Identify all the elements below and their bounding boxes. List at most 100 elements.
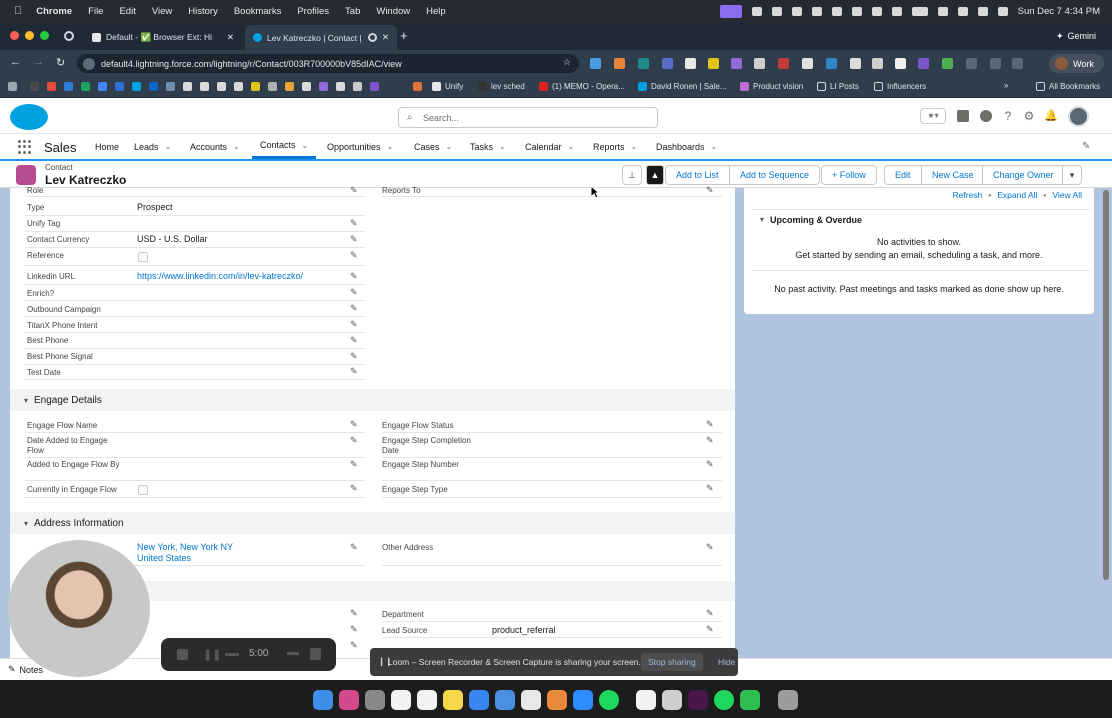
close-tab-icon[interactable]: ✕	[227, 32, 234, 43]
docs-icon[interactable]	[98, 82, 107, 91]
pencil-icon[interactable]: ✎	[706, 460, 715, 469]
more-bookmarks-icon[interactable]: »	[1004, 81, 1008, 90]
tab-contact[interactable]: Lev Katreczko | Contact | ✕	[245, 25, 397, 50]
view-all-link[interactable]: View All	[1052, 190, 1082, 200]
new-tab-icon[interactable]: +	[400, 28, 408, 43]
app-icon[interactable]	[662, 690, 682, 710]
chevron-down-icon[interactable]: ⌄	[499, 142, 506, 151]
back-icon[interactable]: ←	[10, 56, 21, 68]
chevron-down-icon[interactable]: ⌄	[165, 142, 172, 151]
launchpad-icon[interactable]	[339, 690, 359, 710]
mailing-address-country[interactable]: United States	[137, 553, 191, 563]
wifi-icon[interactable]	[937, 6, 948, 16]
mailing-address-link[interactable]: New York, New York NY	[137, 542, 233, 552]
menu-file[interactable]: File	[88, 6, 103, 17]
bookmark-icon[interactable]	[336, 82, 345, 91]
side-panel-icon[interactable]	[990, 58, 1001, 69]
bookmark-icon[interactable]	[217, 82, 226, 91]
close-tab-icon[interactable]: ✕	[382, 32, 389, 43]
download-icon[interactable]	[1012, 58, 1023, 69]
extension-icon[interactable]	[731, 58, 742, 69]
gmail-icon[interactable]	[47, 82, 56, 91]
bookmark-star-icon[interactable]: ☆	[563, 57, 571, 68]
stop-icon[interactable]	[177, 649, 188, 660]
siri-icon[interactable]	[997, 6, 1008, 16]
pencil-icon[interactable]: ✎	[350, 436, 359, 445]
webcam-bubble[interactable]	[8, 540, 150, 677]
nav-opportunities[interactable]: Opportunities ⌄	[327, 134, 393, 159]
notion-status-icon[interactable]	[771, 6, 782, 16]
extension-icon[interactable]	[708, 58, 719, 69]
change-owner-button[interactable]: Change Owner	[982, 165, 1065, 185]
hide-button[interactable]: Hide	[718, 657, 735, 667]
trash-icon[interactable]	[778, 690, 798, 710]
nav-leads[interactable]: Leads ⌄	[134, 134, 171, 159]
loom-status-icon[interactable]	[719, 4, 742, 18]
pencil-icon[interactable]: ✎	[350, 420, 359, 429]
chevron-down-icon[interactable]: ⌄	[711, 142, 718, 151]
pencil-icon[interactable]: ✎	[350, 186, 359, 195]
menu-history[interactable]: History	[188, 6, 218, 17]
bookmark-icon[interactable]	[268, 82, 277, 91]
bookmark-icon[interactable]	[413, 82, 422, 91]
outreach-icon[interactable]: ▲	[646, 165, 664, 185]
page-scrollbar[interactable]	[1103, 190, 1109, 580]
nav-reports[interactable]: Reports ⌄	[593, 134, 637, 159]
volume-icon[interactable]	[891, 6, 902, 16]
global-search-input[interactable]: ⌕ Search...	[398, 107, 658, 128]
nav-accounts[interactable]: Accounts ⌄	[190, 134, 240, 159]
pencil-icon[interactable]: ✎	[350, 609, 359, 618]
chevron-down-icon[interactable]: ⌄	[446, 142, 453, 151]
extension-icon[interactable]	[850, 58, 861, 69]
pencil-icon[interactable]: ✎	[350, 641, 359, 650]
pencil-icon[interactable]: ✎	[706, 543, 715, 552]
extension-icon[interactable]	[662, 58, 673, 69]
pencil-icon[interactable]: ✎	[350, 484, 359, 493]
add-to-list-button[interactable]: Add to List	[665, 165, 730, 185]
linkedin-icon[interactable]	[149, 82, 158, 91]
chrome-icon[interactable]	[521, 690, 541, 710]
upcoming-overdue-header[interactable]: ▾ Upcoming & Overdue	[752, 209, 1090, 229]
bookmark-icon[interactable]	[319, 82, 328, 91]
menu-profiles[interactable]: Profiles	[297, 6, 329, 17]
edit-nav-pencil-icon[interactable]: ✎	[1082, 141, 1090, 152]
salesforce-icon[interactable]	[132, 82, 141, 91]
extension-icon[interactable]	[614, 58, 625, 69]
extension-icon[interactable]	[872, 58, 883, 69]
new-case-button[interactable]: New Case	[921, 165, 985, 185]
status-icon[interactable]	[871, 6, 882, 16]
extension-icon[interactable]	[590, 58, 601, 69]
pencil-icon[interactable]: ✎	[350, 352, 359, 361]
search-icon[interactable]	[957, 6, 968, 16]
notes-utility-button[interactable]: ✎ Notes	[8, 664, 43, 675]
status-icon[interactable]	[791, 6, 802, 16]
salesforce-logo-icon[interactable]	[10, 104, 48, 130]
pencil-icon[interactable]: ✎	[350, 288, 359, 297]
more-actions-chevron-icon[interactable]: ▾	[1062, 165, 1082, 185]
chevron-down-icon[interactable]: ⌄	[631, 142, 638, 151]
record-icon[interactable]	[64, 31, 74, 41]
app-store-icon[interactable]	[469, 690, 489, 710]
moon-icon[interactable]	[811, 6, 822, 16]
pencil-icon[interactable]: ✎	[350, 543, 359, 552]
chevron-down-icon[interactable]: ⌄	[387, 142, 394, 151]
bookmark-memo[interactable]: (1) MEMO - Opera...	[539, 82, 625, 91]
chevron-down-icon[interactable]: ⌄	[302, 141, 309, 150]
follow-button[interactable]: + Follow	[821, 165, 877, 185]
nav-home[interactable]: Home	[95, 134, 119, 159]
favorites-star-icon[interactable]: ★▾	[920, 108, 946, 124]
edit-button[interactable]: Edit	[884, 165, 922, 185]
nav-contacts[interactable]: Contacts ⌄	[252, 134, 317, 159]
spotify-icon[interactable]	[599, 690, 619, 710]
minimize-window-icon[interactable]	[25, 31, 34, 40]
settings-icon[interactable]	[365, 690, 385, 710]
menu-edit[interactable]: Edit	[119, 6, 135, 17]
bell-icon[interactable]: 🔔	[1044, 110, 1058, 122]
slack-icon[interactable]	[688, 690, 708, 710]
bookmark-icon[interactable]	[353, 82, 362, 91]
refresh-link[interactable]: Refresh	[952, 190, 982, 200]
profile-button[interactable]: Work	[1049, 54, 1104, 73]
status-icon[interactable]	[751, 6, 762, 16]
reload-icon[interactable]: ↻	[56, 56, 65, 69]
linkedin-url-link[interactable]: https://www.linkedin.com/in/lev-katreczk…	[137, 271, 303, 281]
